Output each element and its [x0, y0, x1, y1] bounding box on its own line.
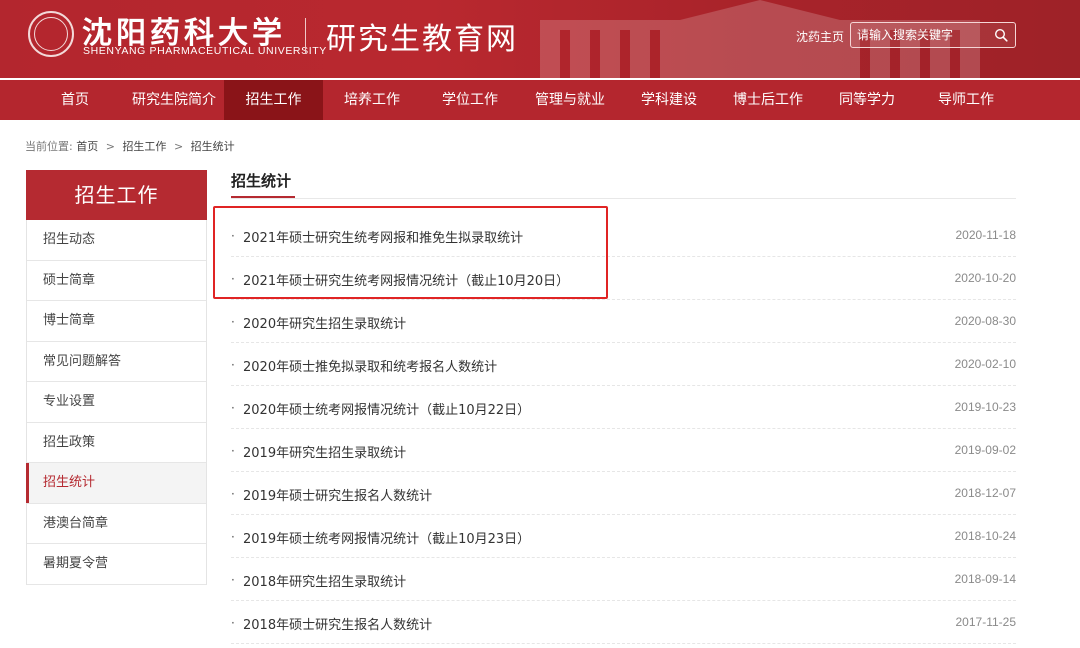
list-item[interactable]: · 2019年研究生招生录取统计 2019-09-02 [231, 429, 1016, 472]
nav-item-graduate-school-intro[interactable]: 研究生院简介 [124, 80, 224, 120]
breadcrumb-statistics[interactable]: 招生统计 [191, 140, 235, 153]
sidebar-item-hk-macao-taiwan[interactable]: 港澳台简章 [27, 503, 206, 544]
list-bullet: · [231, 315, 235, 329]
article-date: 2020-08-30 [954, 314, 1016, 328]
university-home-link[interactable]: 沈药主页 [796, 28, 844, 45]
article-title[interactable]: 2021年硕士研究生统考网报和推免生拟录取统计 [243, 227, 523, 246]
article-title[interactable]: 2021年硕士研究生统考网报情况统计（截止10月20日） [243, 270, 569, 289]
sidebar-menu: 招生动态 硕士简章 博士简章 常见问题解答 专业设置 招生政策 招生统计 港澳台… [26, 220, 207, 585]
breadcrumb-separator: > [173, 140, 184, 153]
list-item[interactable]: · 2018年硕士研究生报名人数统计 2017-11-25 [231, 601, 1016, 644]
article-date: 2019-09-02 [954, 443, 1016, 457]
list-item[interactable]: · 2018年研究生招生录取统计 2018-09-14 [231, 558, 1016, 601]
search-icon[interactable] [994, 28, 1008, 42]
list-item[interactable]: · 2019年硕士研究生报名人数统计 2018-12-07 [231, 472, 1016, 515]
nav-item-training[interactable]: 培养工作 [332, 80, 412, 120]
nav-item-degree[interactable]: 学位工作 [430, 80, 510, 120]
list-bullet: · [231, 616, 235, 630]
list-item[interactable]: · 2020年硕士统考网报情况统计（截止10月22日） 2019-10-23 [231, 386, 1016, 429]
breadcrumb-admissions[interactable]: 招生工作 [122, 140, 166, 153]
nav-item-equivalent-degree[interactable]: 同等学力 [827, 80, 907, 120]
nav-item-supervisor[interactable]: 导师工作 [923, 80, 1009, 120]
article-date: 2020-11-18 [955, 228, 1017, 242]
title-underline [231, 196, 295, 198]
sidebar-item-admission-news[interactable]: 招生动态 [27, 220, 206, 261]
nav-item-postdoc[interactable]: 博士后工作 [724, 80, 812, 120]
university-name-en: SHENYANG PHARMACEUTICAL UNIVERSITY [83, 45, 327, 57]
list-bullet: · [231, 401, 235, 415]
article-title[interactable]: 2019年硕士统考网报情况统计（截止10月23日） [243, 528, 530, 547]
article-date: 2018-09-14 [954, 572, 1016, 586]
page-title: 招生统计 [231, 172, 292, 190]
article-title[interactable]: 2020年硕士推免拟录取和统考报名人数统计 [243, 356, 497, 375]
site-header: 沈阳药科大学 SHENYANG PHARMACEUTICAL UNIVERSIT… [0, 0, 1080, 78]
article-date: 2020-02-10 [954, 357, 1016, 371]
title-rule [231, 198, 1016, 199]
breadcrumb-home[interactable]: 首页 [76, 140, 98, 153]
sidebar-item-master-brochure[interactable]: 硕士简章 [27, 260, 206, 301]
article-date: 2018-10-24 [954, 529, 1016, 543]
nav-item-admissions[interactable]: 招生工作 [224, 80, 323, 120]
article-title[interactable]: 2019年研究生招生录取统计 [243, 442, 406, 461]
nav-item-management-employment[interactable]: 管理与就业 [526, 80, 614, 120]
university-seal-icon[interactable] [28, 11, 74, 57]
search-input[interactable] [857, 26, 987, 44]
sidebar-item-faq[interactable]: 常见问题解答 [27, 341, 206, 382]
article-title[interactable]: 2018年硕士研究生报名人数统计 [243, 614, 432, 633]
sidebar-item-policies[interactable]: 招生政策 [27, 422, 206, 463]
sidebar-item-majors[interactable]: 专业设置 [27, 382, 206, 423]
list-bullet: · [231, 573, 235, 587]
breadcrumb-separator: > [105, 140, 115, 153]
list-bullet: · [231, 444, 235, 458]
sidebar-title: 招生工作 [26, 170, 207, 220]
nav-item-discipline[interactable]: 学科建设 [629, 80, 709, 120]
list-bullet: · [231, 229, 235, 243]
article-title[interactable]: 2020年研究生招生录取统计 [243, 313, 406, 332]
list-item[interactable]: · 2020年研究生招生录取统计 2020-08-30 [231, 300, 1016, 343]
list-bullet: · [231, 358, 235, 372]
breadcrumb-prefix: 当前位置: [25, 140, 73, 153]
search-box [850, 22, 1016, 48]
list-item[interactable]: · 2020年硕士推免拟录取和统考报名人数统计 2020-02-10 [231, 343, 1016, 386]
breadcrumb: 当前位置: 首页 > 招生工作 > 招生统计 [25, 138, 235, 154]
nav-item-home[interactable]: 首页 [45, 80, 105, 120]
article-title[interactable]: 2019年硕士研究生报名人数统计 [243, 485, 432, 504]
list-bullet: · [231, 487, 235, 501]
article-list: · 2021年硕士研究生统考网报和推免生拟录取统计 2020-11-18 · 2… [231, 214, 1016, 644]
article-date: 2019-10-23 [954, 400, 1016, 414]
site-title[interactable]: 研究生教育网 [326, 14, 518, 58]
article-date: 2018-12-07 [954, 486, 1016, 500]
article-date: 2020-10-20 [954, 271, 1016, 285]
article-date: 2017-11-25 [955, 615, 1017, 629]
list-bullet: · [231, 530, 235, 544]
list-item[interactable]: · 2021年硕士研究生统考网报情况统计（截止10月20日） 2020-10-2… [231, 257, 1016, 300]
list-item[interactable]: · 2019年硕士统考网报情况统计（截止10月23日） 2018-10-24 [231, 515, 1016, 558]
article-title[interactable]: 2018年研究生招生录取统计 [243, 571, 406, 590]
logo-divider [305, 18, 306, 54]
article-title[interactable]: 2020年硕士统考网报情况统计（截止10月22日） [243, 399, 530, 418]
sidebar-item-doctoral-brochure[interactable]: 博士简章 [27, 301, 206, 342]
sidebar-item-summer-camp[interactable]: 暑期夏令营 [27, 544, 206, 585]
list-bullet: · [231, 272, 235, 286]
main-nav: 首页 研究生院简介 招生工作 培养工作 学位工作 管理与就业 学科建设 博士后工… [0, 80, 1080, 120]
sidebar-item-statistics[interactable]: 招生统计 [26, 463, 206, 504]
list-item[interactable]: · 2021年硕士研究生统考网报和推免生拟录取统计 2020-11-18 [231, 214, 1016, 257]
